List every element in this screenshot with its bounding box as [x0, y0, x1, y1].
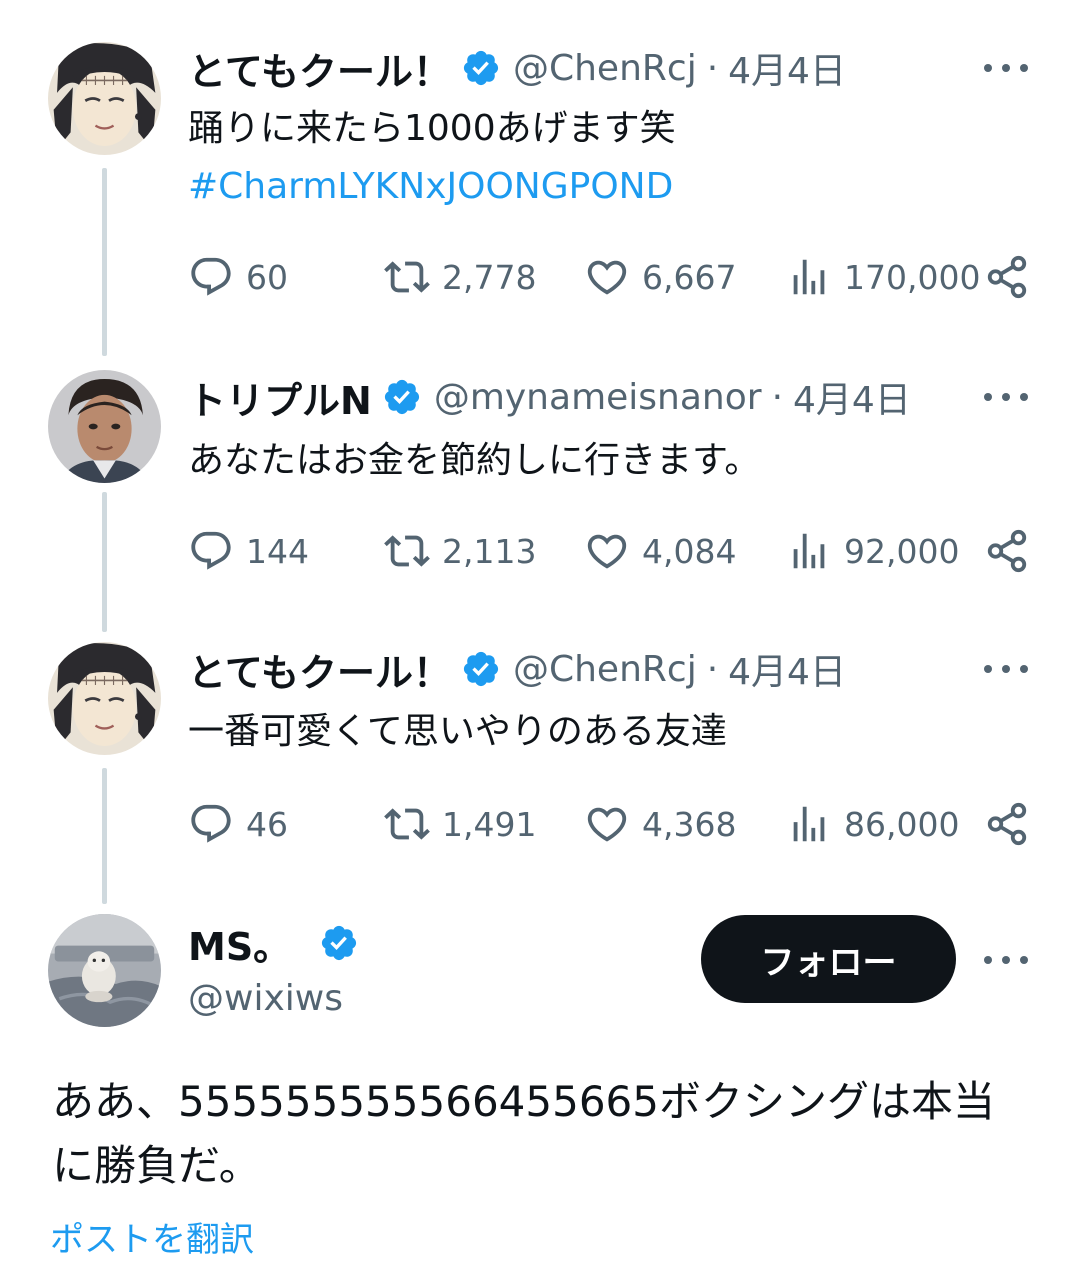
- share-icon: [987, 529, 1027, 573]
- more-horizontal-icon[interactable]: [984, 659, 1028, 679]
- verified-badge-icon: [461, 48, 501, 88]
- retweet-count: 2,778: [442, 257, 537, 297]
- display-name[interactable]: とてもクール！: [188, 41, 451, 96]
- tweet-header: とてもクール！ @ChenRcj · 4月4日: [188, 41, 846, 96]
- view-count: 170,000: [844, 257, 981, 297]
- retweet-icon: [384, 261, 430, 293]
- display-name[interactable]: トリプルN: [188, 370, 372, 425]
- user-handle[interactable]: @ChenRcj: [513, 48, 697, 89]
- retweet-button[interactable]: 2,778: [384, 252, 536, 302]
- tweet-header: トリプルN @mynameisnanor · 4月4日: [188, 370, 911, 425]
- like-button[interactable]: 6,667: [584, 252, 736, 302]
- views-icon: [793, 259, 825, 295]
- retweet-icon: [384, 808, 430, 840]
- thread-line: [102, 492, 107, 632]
- timestamp[interactable]: 4月4日: [728, 643, 846, 695]
- reply-button[interactable]: 144: [188, 526, 309, 576]
- like-button[interactable]: 4,368: [584, 799, 736, 849]
- retweet-icon: [384, 535, 430, 567]
- like-button[interactable]: 4,084: [584, 526, 736, 576]
- tweet-text: あなたはお金を節約しに行きます。: [188, 432, 760, 490]
- view-count: 92,000: [844, 531, 960, 571]
- reply-icon: [191, 804, 231, 843]
- reply-button[interactable]: 60: [188, 252, 288, 302]
- views-button[interactable]: 170,000: [786, 252, 980, 302]
- tweet-header: とてもクール！ @ChenRcj · 4月4日: [188, 642, 846, 697]
- more-horizontal-icon[interactable]: [984, 387, 1028, 407]
- heart-icon: [587, 534, 627, 569]
- retweet-count: 1,491: [442, 804, 537, 844]
- separator-dot: ·: [771, 376, 784, 418]
- main-name-row: MS。: [188, 916, 371, 971]
- hashtag-link[interactable]: #CharmLYKNxJOONGPOND: [188, 158, 676, 216]
- more-horizontal-icon[interactable]: [984, 950, 1028, 970]
- verified-badge-icon: [319, 923, 359, 963]
- reply-count: 46: [246, 804, 288, 844]
- tweet-body: 一番可愛くて思いやりのある友達: [188, 711, 727, 752]
- view-count: 86,000: [844, 804, 960, 844]
- share-button[interactable]: [984, 799, 1030, 849]
- views-button[interactable]: 86,000: [786, 799, 959, 849]
- retweet-button[interactable]: 1,491: [384, 799, 536, 849]
- separator-dot: ·: [706, 47, 719, 89]
- translate-post-link[interactable]: ポストを翻訳: [50, 1212, 254, 1261]
- display-name[interactable]: MS。: [188, 916, 291, 971]
- reply-button[interactable]: 46: [188, 799, 288, 849]
- tweet-actions: 144 2,113 4,084 92,000: [188, 526, 1028, 576]
- share-button[interactable]: [984, 526, 1030, 576]
- tweet-body: あなたはお金を節約しに行きます。: [188, 440, 761, 481]
- like-count: 4,368: [642, 804, 737, 844]
- retweet-button[interactable]: 2,113: [384, 526, 536, 576]
- follow-button[interactable]: フォロー: [701, 915, 956, 1003]
- reply-icon: [191, 531, 231, 570]
- timestamp[interactable]: 4月4日: [728, 42, 846, 94]
- tweet-body: 踊りに来たら1000あげます笑: [188, 108, 676, 149]
- thread-line: [102, 768, 107, 904]
- avatar[interactable]: [48, 914, 161, 1027]
- separator-dot: ·: [706, 648, 719, 690]
- like-count: 4,084: [642, 531, 737, 571]
- more-horizontal-icon[interactable]: [984, 58, 1028, 78]
- views-icon: [793, 806, 825, 842]
- timestamp[interactable]: 4月4日: [793, 371, 911, 423]
- views-icon: [793, 533, 825, 569]
- share-button[interactable]: [984, 252, 1030, 302]
- heart-icon: [587, 260, 627, 295]
- tweet-actions: 46 1,491 4,368 86,000: [188, 799, 1028, 849]
- display-name[interactable]: とてもクール！: [188, 642, 451, 697]
- user-handle[interactable]: @ChenRcj: [513, 649, 697, 690]
- user-handle[interactable]: @wixiws: [188, 978, 343, 1019]
- heart-icon: [587, 807, 627, 842]
- retweet-count: 2,113: [442, 531, 537, 571]
- reply-icon: [191, 257, 231, 296]
- post-text: ああ、555555555566455665ボクシングは本当に勝負だ。: [52, 1077, 995, 1190]
- thread-line: [102, 168, 107, 356]
- share-icon: [987, 255, 1027, 299]
- tweet-text: 一番可愛くて思いやりのある友達: [188, 703, 727, 761]
- avatar[interactable]: [48, 642, 161, 755]
- tweet-actions: 60 2,778 6,667 170,000: [188, 252, 1028, 302]
- views-button[interactable]: 92,000: [786, 526, 959, 576]
- verified-badge-icon: [461, 649, 501, 689]
- reply-count: 60: [246, 257, 288, 297]
- verified-badge-icon: [382, 377, 422, 417]
- like-count: 6,667: [642, 257, 737, 297]
- tweet-text: 踊りに来たら1000あげます笑 #CharmLYKNxJOONGPOND: [188, 100, 676, 216]
- avatar[interactable]: [48, 370, 161, 483]
- share-icon: [987, 802, 1027, 846]
- user-handle[interactable]: @mynameisnanor: [434, 377, 762, 418]
- avatar[interactable]: [48, 42, 161, 155]
- reply-count: 144: [246, 531, 309, 571]
